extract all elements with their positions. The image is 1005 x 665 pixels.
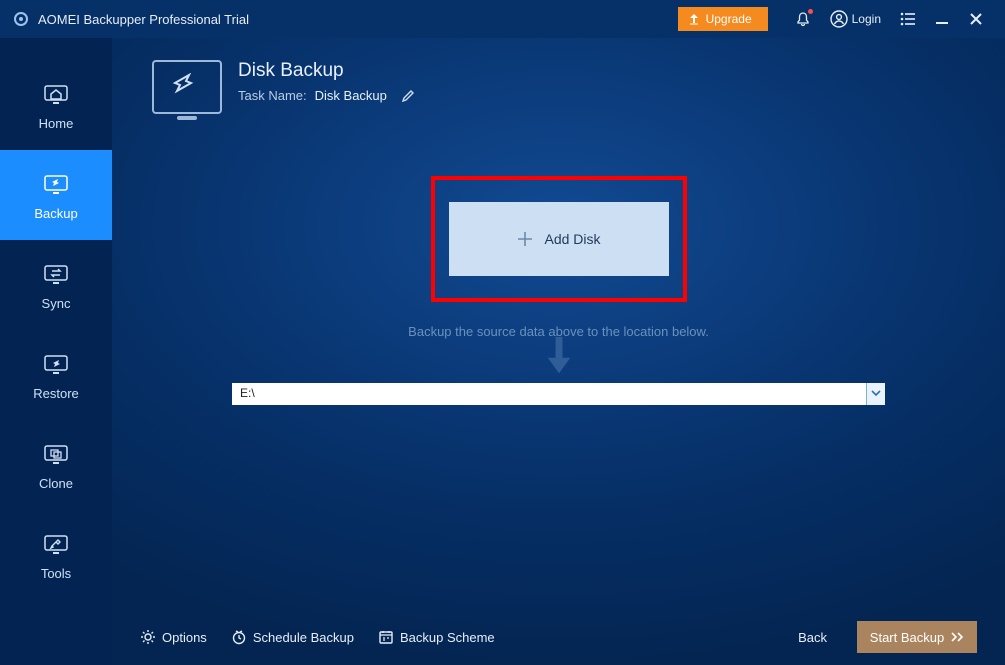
upgrade-icon (688, 13, 700, 25)
sidebar-item-clone[interactable]: Clone (0, 420, 112, 510)
minimize-icon (935, 12, 949, 26)
calendar-icon (378, 629, 394, 645)
disk-backup-badge-icon (152, 60, 222, 114)
user-icon (830, 10, 848, 28)
options-button[interactable]: Options (140, 629, 207, 645)
sidebar-item-home[interactable]: Home (0, 60, 112, 150)
menu-icon (900, 12, 916, 26)
chevron-right-double-icon (950, 632, 964, 642)
start-backup-label: Start Backup (870, 630, 944, 645)
destination-dropdown-button[interactable] (867, 383, 885, 405)
clock-icon (231, 629, 247, 645)
menu-button[interactable] (891, 0, 925, 38)
login-button[interactable]: Login (830, 10, 881, 28)
add-disk-label: Add Disk (544, 231, 600, 247)
upgrade-button[interactable]: Upgrade (678, 7, 768, 31)
add-disk-highlight-frame: Add Disk (431, 176, 687, 302)
pencil-icon (401, 89, 415, 103)
sidebar-item-label: Home (39, 116, 74, 131)
close-icon (969, 12, 983, 26)
gear-icon (140, 629, 156, 645)
sidebar-item-label: Sync (42, 296, 71, 311)
sidebar-item-label: Restore (33, 386, 79, 401)
sidebar-item-label: Clone (39, 476, 73, 491)
add-disk-button[interactable]: Add Disk (449, 202, 669, 276)
titlebar: AOMEI Backupper Professional Trial Upgra… (0, 0, 1005, 38)
sidebar-item-label: Backup (34, 206, 77, 221)
schedule-backup-button[interactable]: Schedule Backup (231, 629, 354, 645)
notification-button[interactable] (786, 0, 820, 38)
task-name-value: Disk Backup (315, 88, 387, 103)
edit-task-name-button[interactable] (401, 89, 415, 103)
home-icon (42, 80, 70, 108)
app-logo-icon (12, 10, 30, 28)
backup-icon (42, 170, 70, 198)
clone-icon (42, 440, 70, 468)
sidebar-item-backup[interactable]: Backup (0, 150, 112, 240)
sidebar: Home Backup Sync Restore Clone (0, 38, 112, 665)
sidebar-item-restore[interactable]: Restore (0, 330, 112, 420)
back-button[interactable]: Back (798, 630, 827, 645)
plus-icon (516, 230, 534, 248)
task-name-label: Task Name: (238, 88, 307, 103)
footer-bar: Options Schedule Backup Backup Scheme Ba… (112, 609, 1005, 665)
upgrade-label: Upgrade (706, 12, 752, 26)
sidebar-item-sync[interactable]: Sync (0, 240, 112, 330)
close-button[interactable] (959, 0, 993, 38)
login-label: Login (852, 12, 881, 26)
schedule-label: Schedule Backup (253, 630, 354, 645)
sidebar-item-tools[interactable]: Tools (0, 510, 112, 600)
main-panel: Disk Backup Task Name: Disk Backup Add D… (112, 38, 1005, 665)
tools-icon (42, 530, 70, 558)
notification-dot-icon (808, 9, 813, 14)
page-header: Disk Backup Task Name: Disk Backup (152, 60, 965, 114)
destination-value[interactable]: E:\ (232, 383, 867, 405)
app-title: AOMEI Backupper Professional Trial (38, 12, 249, 27)
page-title: Disk Backup (238, 60, 415, 82)
restore-icon (42, 350, 70, 378)
arrow-down-icon (546, 343, 572, 369)
destination-field[interactable]: E:\ (232, 383, 885, 405)
scheme-label: Backup Scheme (400, 630, 495, 645)
start-backup-button[interactable]: Start Backup (857, 621, 977, 653)
options-label: Options (162, 630, 207, 645)
sidebar-item-label: Tools (41, 566, 71, 581)
minimize-button[interactable] (925, 0, 959, 38)
backup-scheme-button[interactable]: Backup Scheme (378, 629, 495, 645)
sync-icon (42, 260, 70, 288)
chevron-down-icon (871, 390, 881, 398)
